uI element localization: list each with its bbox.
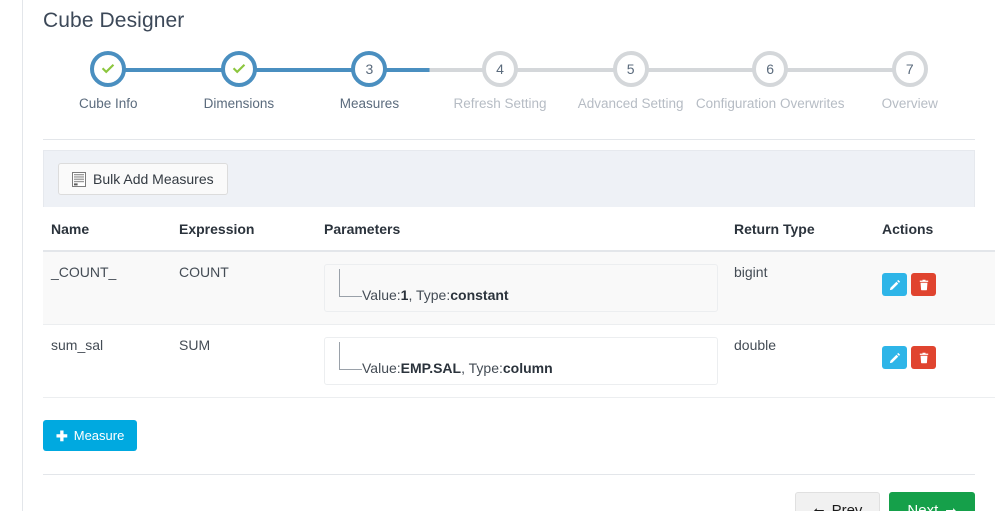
- step-label-1: Cube Info: [79, 96, 138, 111]
- cube-designer-page: Cube Designer Cube Info Dimensions 3 Mea…: [0, 0, 995, 511]
- tree-horizontal-line: [339, 369, 362, 370]
- wizard-step-refresh-setting[interactable]: 4 Refresh Setting: [435, 51, 631, 111]
- book-icon: [72, 171, 86, 187]
- pencil-icon: [889, 279, 900, 290]
- tree-horizontal-line: [339, 296, 362, 297]
- parameter-type: column: [502, 360, 553, 376]
- cell-measure-parameters: Value:EMP.SAL, Type:column: [316, 324, 726, 398]
- column-header-return-type: Return Type: [726, 207, 874, 252]
- column-header-expression: Expression: [171, 207, 316, 252]
- bulk-add-measures-label: Bulk Add Measures: [93, 171, 214, 187]
- step-circle-3: 3: [351, 51, 388, 87]
- delete-measure-button[interactable]: [911, 273, 936, 296]
- cell-measure-expression: COUNT: [171, 251, 316, 325]
- step-label-3: Measures: [339, 96, 400, 111]
- cell-measure-name: _COUNT_: [43, 251, 171, 325]
- step-label-4: Refresh Setting: [453, 96, 547, 111]
- parameter-type-label: , Type:: [461, 360, 503, 376]
- parameter-type: constant: [450, 287, 509, 303]
- measures-toolbar: Bulk Add Measures: [43, 150, 975, 207]
- wizard-step-list: Cube Info Dimensions 3 Measures 4 Refres…: [43, 51, 975, 111]
- row-action-group: [882, 337, 987, 369]
- next-button[interactable]: Next ➡: [889, 492, 975, 511]
- parameter-value-label: Value:: [362, 287, 401, 303]
- parameter-text: Value:1, Type:constant: [362, 285, 509, 305]
- footer-divider: [43, 474, 975, 475]
- step-circle-2: [220, 51, 257, 87]
- wizard-step-dimensions[interactable]: Dimensions: [174, 51, 370, 111]
- cell-return-type: bigint: [726, 251, 874, 325]
- cell-measure-parameters: Value:1, Type:constant: [316, 251, 726, 325]
- step-label-7: Overview: [881, 96, 938, 111]
- row-action-group: [882, 264, 987, 296]
- prev-button[interactable]: ⬅ Prev: [794, 492, 881, 511]
- parameter-value-label: Value:: [362, 360, 401, 376]
- wizard-footer-actions: ⬅ Prev Next ➡: [43, 492, 975, 511]
- wizard-step-advanced-setting[interactable]: 5 Advanced Setting: [565, 51, 762, 111]
- edit-measure-button[interactable]: [882, 273, 907, 296]
- add-measure-label: Measure: [73, 428, 125, 443]
- measures-table: Name Expression Parameters Return Type A…: [43, 207, 995, 398]
- parameter-tree: Value:EMP.SAL, Type:column: [324, 337, 718, 385]
- pencil-icon: [889, 352, 900, 363]
- content-area: Cube Designer Cube Info Dimensions 3 Mea…: [23, 0, 995, 511]
- column-header-actions: Actions: [874, 207, 995, 252]
- parameter-value: EMP.SAL: [400, 360, 462, 376]
- arrow-right-icon: ➡: [945, 502, 957, 511]
- tree-vertical-line: [339, 269, 340, 297]
- edit-measure-button[interactable]: [882, 346, 907, 369]
- parameter-text: Value:EMP.SAL, Type:column: [362, 358, 553, 378]
- plus-icon: ✚: [56, 427, 68, 444]
- stepper-divider: [43, 139, 975, 140]
- step-label-2: Dimensions: [203, 96, 275, 111]
- wizard-step-measures[interactable]: 3 Measures: [304, 51, 501, 111]
- wizard-stepper: Cube Info Dimensions 3 Measures 4 Refres…: [43, 51, 975, 133]
- wizard-step-configuration-overwrites[interactable]: 6 Configuration Overwrites: [695, 51, 919, 111]
- delete-measure-button[interactable]: [911, 346, 936, 369]
- cell-return-type: double: [726, 324, 874, 398]
- wizard-step-overview[interactable]: 7 Overview: [844, 51, 975, 111]
- cell-actions: [874, 251, 995, 325]
- parameter-tree: Value:1, Type:constant: [324, 264, 718, 312]
- parameter-node: Value:EMP.SAL, Type:column: [325, 342, 717, 376]
- step-label-6: Configuration Overwrites: [695, 96, 845, 111]
- parameter-node: Value:1, Type:constant: [325, 269, 717, 303]
- table-row: _COUNT_ COUNT Value:1, Type:constant big…: [43, 251, 995, 325]
- cell-actions: [874, 324, 995, 398]
- trash-icon: [919, 279, 928, 290]
- trash-icon: [919, 352, 928, 363]
- measures-table-head: Name Expression Parameters Return Type A…: [43, 207, 995, 252]
- add-measure-row: ✚ Measure: [43, 420, 975, 451]
- cell-measure-name: sum_sal: [43, 324, 171, 398]
- add-measure-button[interactable]: ✚ Measure: [43, 420, 138, 451]
- cell-measure-expression: SUM: [171, 324, 316, 398]
- step-circle-6: 6: [752, 51, 789, 87]
- check-icon: [232, 64, 246, 74]
- table-header-row: Name Expression Parameters Return Type A…: [43, 207, 995, 252]
- page-title: Cube Designer: [43, 9, 185, 32]
- arrow-left-icon: ⬅: [812, 502, 825, 511]
- step-circle-4: 4: [482, 51, 519, 87]
- prev-button-label: Prev: [831, 502, 863, 511]
- next-button-label: Next: [907, 502, 939, 511]
- tree-vertical-line: [339, 342, 340, 370]
- step-circle-5: 5: [612, 51, 649, 87]
- column-header-parameters: Parameters: [316, 207, 726, 252]
- check-icon: [102, 64, 115, 74]
- column-header-name: Name: [43, 207, 171, 252]
- step-circle-1: [90, 51, 127, 87]
- measures-table-body: _COUNT_ COUNT Value:1, Type:constant big…: [43, 251, 995, 398]
- wizard-step-cube-info[interactable]: Cube Info: [43, 51, 239, 111]
- parameter-type-label: , Type:: [408, 287, 451, 303]
- bulk-add-measures-button[interactable]: Bulk Add Measures: [58, 163, 228, 195]
- step-circle-7: 7: [891, 51, 928, 87]
- table-row: sum_sal SUM Value:EMP.SAL, Type:column d…: [43, 324, 995, 398]
- measures-panel: Bulk Add Measures Name Expression Parame…: [43, 150, 995, 398]
- step-label-5: Advanced Setting: [577, 96, 684, 111]
